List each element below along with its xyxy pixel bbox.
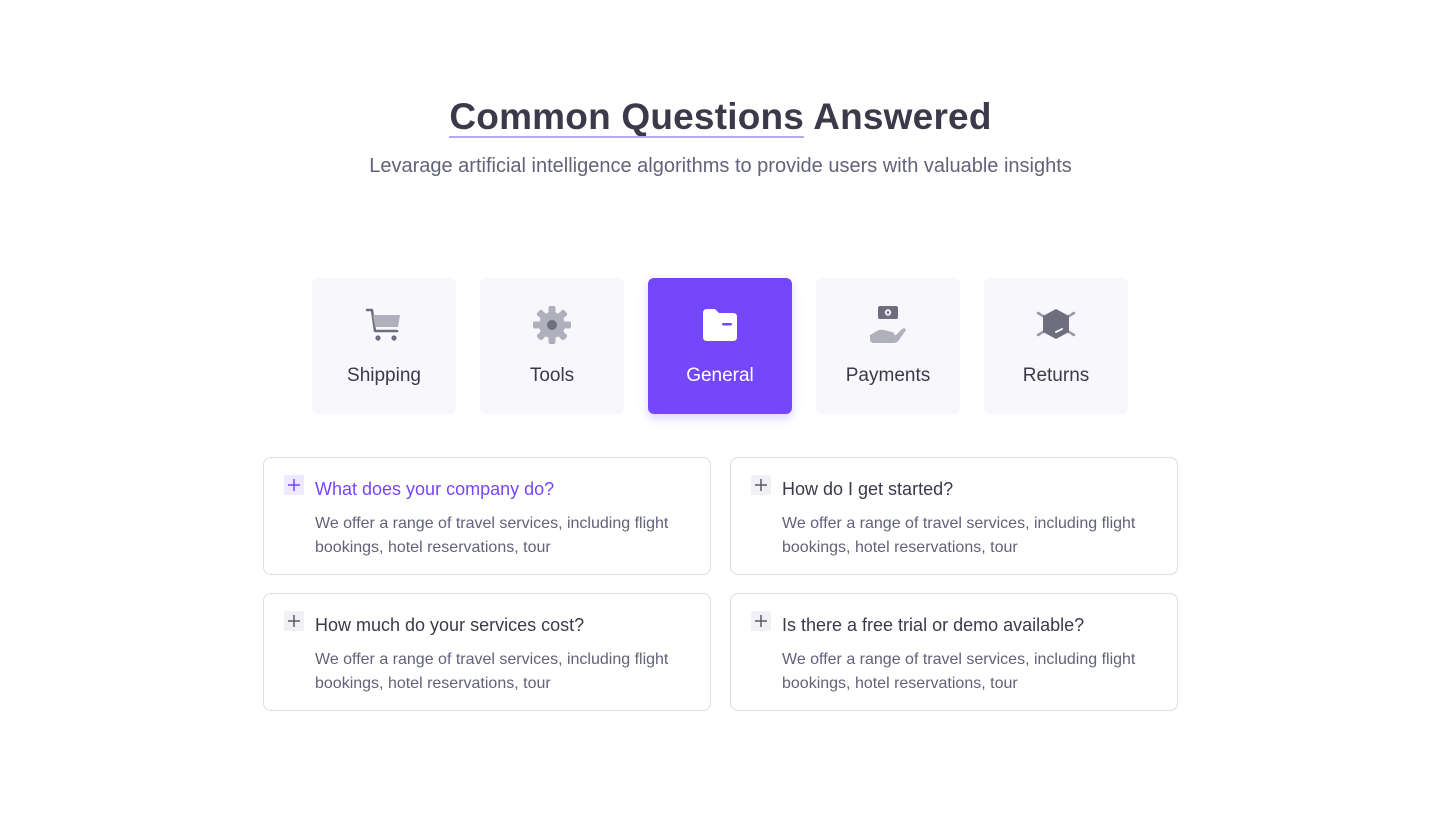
title-highlight: Common Questions — [449, 96, 805, 138]
section-header: Common Questions Answered Levarage artif… — [0, 96, 1441, 178]
hand-money-icon — [868, 305, 908, 345]
faq-question: How much do your services cost? — [315, 615, 585, 635]
tab-label: Shipping — [347, 365, 421, 386]
tab-label: General — [686, 365, 754, 386]
faq-question: Is there a free trial or demo available? — [782, 615, 1085, 635]
title-rest: Answered — [813, 96, 992, 137]
gear-icon — [532, 305, 572, 345]
tab-shipping[interactable]: Shipping — [312, 278, 456, 414]
cart-icon — [364, 305, 404, 345]
faq-item[interactable]: How much do your services cost? We offer… — [263, 593, 711, 711]
tab-tools[interactable]: Tools — [480, 278, 624, 414]
faq-answer: We offer a range of travel services, inc… — [782, 651, 1136, 692]
page-title: Common Questions Answered — [0, 96, 1441, 138]
tab-returns[interactable]: Returns — [984, 278, 1128, 414]
faq-question: How do I get started? — [782, 479, 954, 499]
faq-item[interactable]: Is there a free trial or demo available?… — [730, 593, 1178, 711]
tab-general[interactable]: General — [648, 278, 792, 414]
plus-icon[interactable] — [284, 611, 304, 631]
faq-answer: We offer a range of travel services, inc… — [315, 515, 669, 556]
tab-payments[interactable]: Payments — [816, 278, 960, 414]
tab-label: Returns — [1022, 365, 1090, 386]
page-subtitle: Levarage artificial intelligence algorit… — [369, 155, 1072, 177]
folder-icon — [700, 305, 740, 345]
faq-item[interactable]: What does your company do? We offer a ra… — [263, 457, 711, 575]
tab-label: Payments — [845, 365, 931, 386]
faq-answer: We offer a range of travel services, inc… — [782, 515, 1136, 556]
faq-question: What does your company do? — [315, 479, 555, 499]
plus-icon[interactable] — [751, 475, 771, 495]
plus-icon[interactable] — [751, 611, 771, 631]
box-return-icon — [1036, 305, 1076, 345]
tab-label: Tools — [529, 365, 575, 386]
faq-answer: We offer a range of travel services, inc… — [315, 651, 669, 692]
plus-icon[interactable] — [284, 475, 304, 495]
category-tabs: Shipping Tools General Payments Returns — [312, 278, 1128, 414]
faq-grid: What does your company do? We offer a ra… — [263, 457, 1178, 711]
faq-item[interactable]: How do I get started? We offer a range o… — [730, 457, 1178, 575]
